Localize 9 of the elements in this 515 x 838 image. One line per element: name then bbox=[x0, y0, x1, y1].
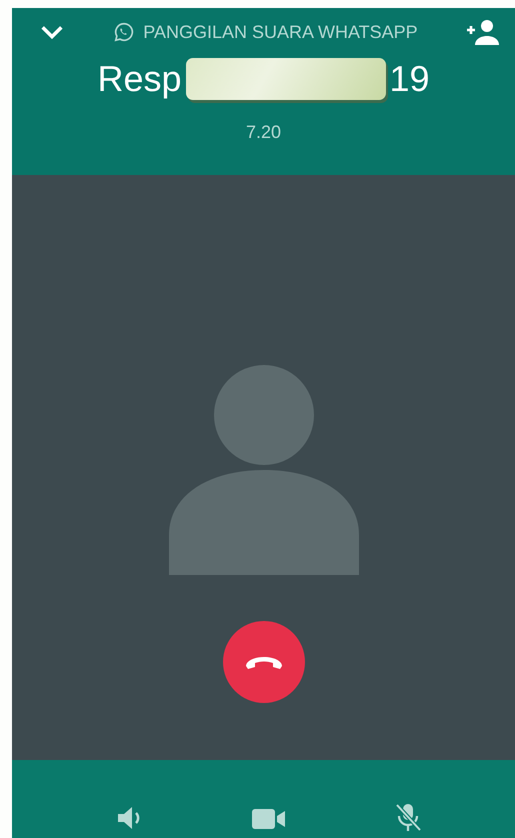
call-type-label: PANGGILAN SUARA WHATSAPP bbox=[143, 22, 418, 42]
add-person-icon[interactable] bbox=[465, 19, 499, 45]
contact-name: 19 bbox=[390, 58, 430, 100]
call-duration: 7.20 bbox=[246, 122, 282, 143]
contact-name: Resp bbox=[97, 58, 182, 100]
whatsapp-icon bbox=[113, 21, 136, 43]
video-camera-icon[interactable] bbox=[250, 806, 286, 832]
microphone-icon[interactable] bbox=[394, 802, 422, 832]
phone-hangup-icon bbox=[244, 654, 284, 670]
